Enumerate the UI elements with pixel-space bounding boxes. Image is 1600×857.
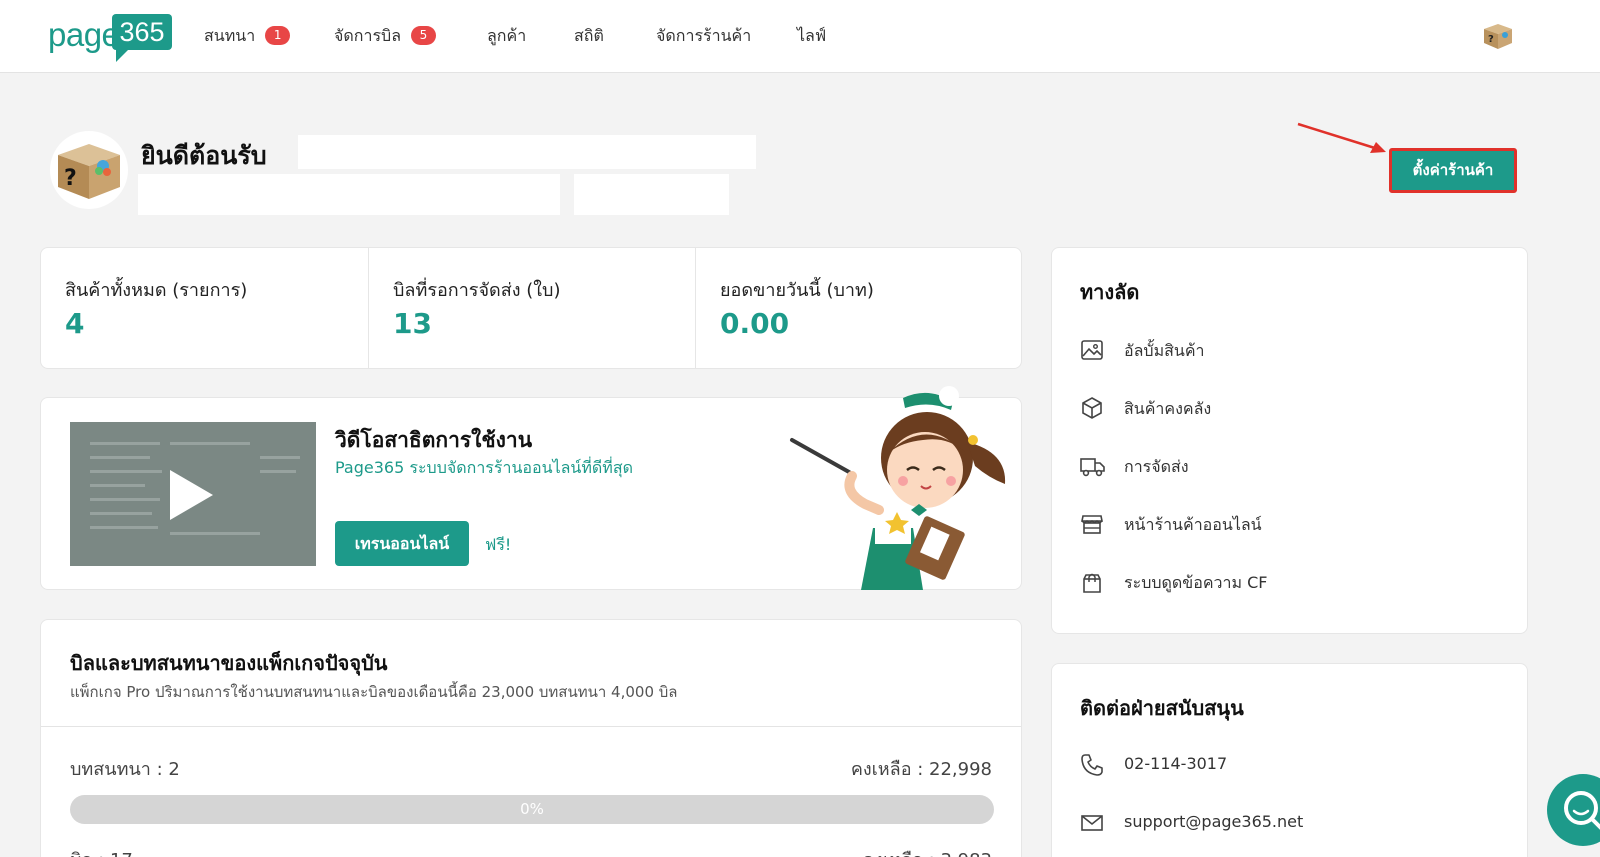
video-thumbnail[interactable] bbox=[70, 422, 316, 566]
shortcuts-title: ทางลัด bbox=[1080, 280, 1140, 304]
logo-bubble-tail bbox=[116, 48, 130, 62]
logo-word: page bbox=[48, 16, 120, 53]
nav-bills-badge: 5 bbox=[411, 26, 436, 45]
shop-avatar: ? bbox=[50, 131, 128, 209]
play-icon[interactable] bbox=[170, 470, 213, 520]
redacted-shop-id bbox=[574, 174, 729, 215]
box-icon bbox=[1082, 397, 1102, 419]
support-email[interactable]: support@page365.net bbox=[1080, 808, 1500, 838]
svg-text:?: ? bbox=[64, 166, 77, 191]
redacted-shop-info bbox=[138, 174, 560, 215]
stat-pending-bills: บิลที่รอการจัดส่ง (ใบ) 13 bbox=[368, 248, 695, 368]
stat-label: ยอดขายวันนี้ (บาท) bbox=[720, 280, 874, 301]
top-navbar: page 365 สนทนา 1 จัดการบิล 5 ลูกค้า สถิติ … bbox=[0, 0, 1600, 73]
conversation-remaining: คงเหลือ : 22,998 bbox=[850, 759, 992, 780]
bill-usage-label: บิล : 17 bbox=[70, 845, 133, 857]
storefront-icon bbox=[1081, 515, 1103, 534]
shortcut-product-album[interactable]: อัลบั้มสินค้า bbox=[1080, 335, 1500, 365]
stat-total-products: สินค้าทั้งหมด (รายการ) 4 bbox=[41, 248, 368, 368]
nav-stats[interactable]: สถิติ bbox=[574, 24, 604, 48]
nav-customers-label: ลูกค้า bbox=[487, 26, 527, 45]
stat-today-sales: ยอดขายวันนี้ (บาท) 0.00 bbox=[695, 248, 1022, 368]
nav-customers[interactable]: ลูกค้า bbox=[487, 24, 526, 48]
store-settings-button[interactable]: ตั้งค่าร้านค้า bbox=[1389, 148, 1517, 193]
nav-chat[interactable]: สนทนา 1 bbox=[204, 24, 291, 48]
nav-live[interactable]: ไลฟ์ bbox=[797, 24, 826, 48]
mail-icon bbox=[1081, 815, 1103, 831]
nav-bills[interactable]: จัดการบิล 5 bbox=[334, 24, 436, 48]
online-training-button[interactable]: เทรนออนไลน์ bbox=[335, 521, 469, 566]
video-subtitle: Page365 ระบบจัดการร้านออนไลน์ที่ดีที่สุด bbox=[335, 458, 633, 477]
redacted-shop-name bbox=[298, 135, 756, 169]
stat-value: 0.00 bbox=[720, 307, 790, 340]
stat-label: สินค้าทั้งหมด (รายการ) bbox=[65, 280, 248, 301]
nav-bills-label: จัดการบิล bbox=[334, 26, 401, 45]
shortcut-label: ระบบดูดข้อความ CF bbox=[1124, 573, 1268, 592]
truck-icon bbox=[1080, 458, 1105, 477]
progress-percent: 0% bbox=[520, 800, 544, 818]
support-email-address: support@page365.net bbox=[1124, 812, 1304, 831]
conversation-usage-label: บทสนทนา : 2 bbox=[70, 759, 180, 780]
stat-value: 4 bbox=[65, 307, 85, 340]
support-phone[interactable]: 02-114-3017 bbox=[1080, 750, 1500, 780]
divider bbox=[41, 726, 1021, 727]
nav-live-label: ไลฟ์ bbox=[797, 26, 827, 45]
support-title: ติดต่อฝ่ายสนับสนุน bbox=[1080, 696, 1244, 720]
conversation-progress-bar: 0% bbox=[70, 795, 994, 824]
nav-chat-label: สนทนา bbox=[204, 26, 256, 45]
shortcut-label: สินค้าคงคลัง bbox=[1124, 399, 1212, 418]
video-title: วิดีโอสาธิตการใช้งาน bbox=[335, 428, 533, 452]
video-card: วิดีโอสาธิตการใช้งาน Page365 ระบบจัดการร… bbox=[40, 386, 1022, 590]
shortcut-label: อัลบั้มสินค้า bbox=[1124, 341, 1205, 360]
package-title: บิลและบทสนทนาของแพ็กเกจปัจจุบัน bbox=[70, 651, 388, 675]
support-phone-number: 02-114-3017 bbox=[1124, 754, 1228, 773]
phone-icon bbox=[1081, 754, 1103, 776]
welcome-title: ยินดีต้อนรับ bbox=[141, 141, 267, 170]
search-icon bbox=[1564, 791, 1600, 830]
mascot-girl-illustration bbox=[790, 386, 1006, 590]
shopping-bag-icon bbox=[1083, 573, 1101, 593]
shortcut-inventory[interactable]: สินค้าคงคลัง bbox=[1080, 393, 1500, 423]
shortcut-label: การจัดส่ง bbox=[1124, 457, 1189, 476]
shortcut-shipping[interactable]: การจัดส่ง bbox=[1080, 451, 1500, 481]
nav-store-management-label: จัดการร้านค้า bbox=[656, 26, 752, 45]
package-usage-card: บิลและบทสนทนาของแพ็กเกจปัจจุบัน แพ็กเกจ … bbox=[40, 619, 1022, 857]
svg-text:?: ? bbox=[1488, 34, 1494, 45]
nav-chat-badge: 1 bbox=[265, 26, 291, 45]
shortcuts-card: ทางลัด อัลบั้มสินค้า สินค้าคงคลัง การจัด… bbox=[1051, 247, 1528, 634]
logo-bubble: 365 bbox=[112, 14, 172, 50]
free-label: ฟรี! bbox=[485, 535, 512, 554]
annotation-arrow-icon bbox=[1297, 122, 1386, 153]
user-avatar-icon[interactable]: ? bbox=[1482, 22, 1514, 50]
shortcut-online-store[interactable]: หน้าร้านค้าออนไลน์ bbox=[1080, 509, 1500, 539]
stats-card: สินค้าทั้งหมด (รายการ) 4 บิลที่รอการจัดส… bbox=[40, 247, 1022, 369]
bill-remaining: คงเหลือ : 3,983 bbox=[862, 845, 992, 857]
stat-value: 13 bbox=[393, 307, 432, 340]
stat-label: บิลที่รอการจัดส่ง (ใบ) bbox=[393, 280, 561, 301]
help-search-fab[interactable] bbox=[1547, 774, 1600, 846]
support-card: ติดต่อฝ่ายสนับสนุน 02-114-3017 support@p… bbox=[1051, 663, 1528, 857]
nav-stats-label: สถิติ bbox=[574, 26, 604, 45]
shortcut-cf-message[interactable]: ระบบดูดข้อความ CF bbox=[1080, 567, 1500, 597]
page365-logo[interactable]: page 365 bbox=[48, 14, 172, 64]
shortcut-label: หน้าร้านค้าออนไลน์ bbox=[1124, 515, 1262, 534]
package-subtitle: แพ็กเกจ Pro ปริมาณการใช้งานบทสนทนาและบิล… bbox=[70, 683, 678, 701]
nav-store-management[interactable]: จัดการร้านค้า bbox=[656, 24, 751, 48]
image-icon bbox=[1081, 340, 1103, 360]
mystery-box-icon: ? bbox=[58, 144, 120, 199]
